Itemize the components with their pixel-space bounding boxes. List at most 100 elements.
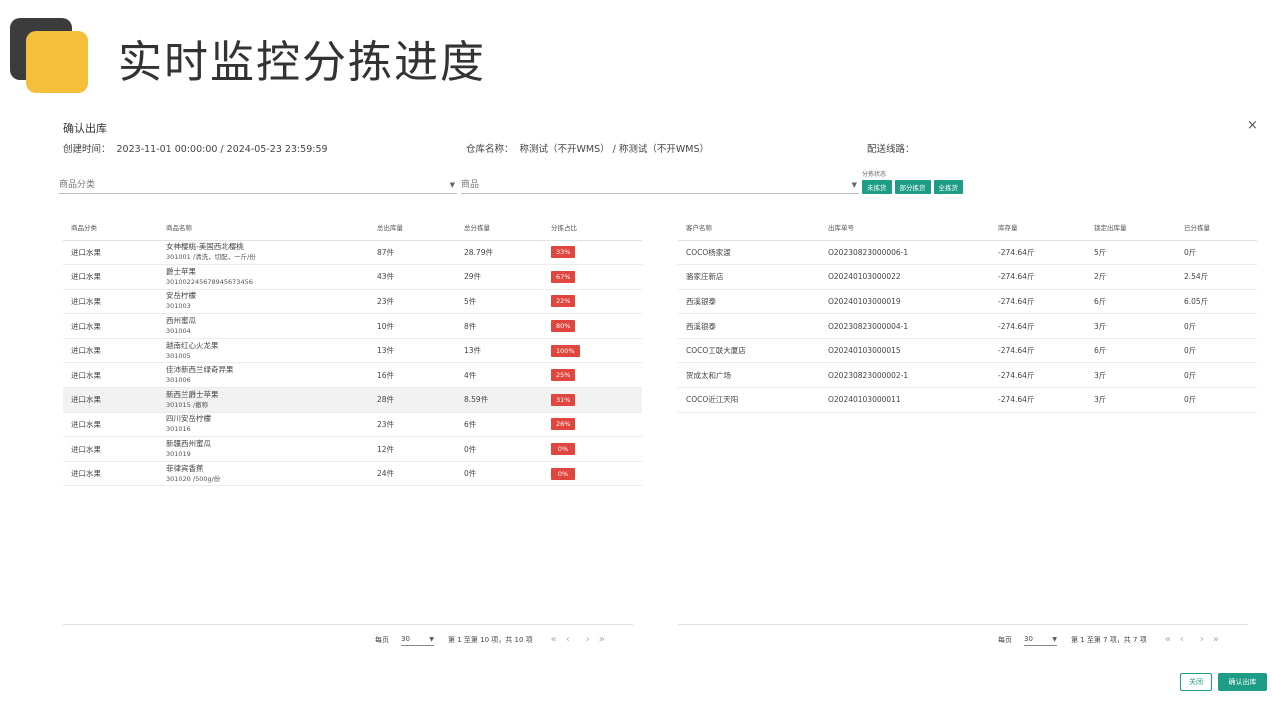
table-row[interactable]: 进口水果 安岳柠檬 301003 23件 5件 22%: [63, 289, 642, 315]
table-row[interactable]: 进口水果 新西兰爵士苹果 301015 /撤称 28件 8.59件 31%: [63, 387, 642, 413]
column-header[interactable]: 商品名称: [158, 214, 369, 241]
total-out-cell: 16件: [369, 362, 456, 389]
table-row[interactable]: 进口水果 西州蜜瓜 301004 10件 8件 80%: [63, 313, 642, 339]
table-row[interactable]: 西溪银泰 O20230823000004-1 -274.64斤 3斤 0斤: [678, 313, 1257, 339]
table-row[interactable]: COCO工联大厦店 O20240103000015 -274.64斤 6斤 0斤: [678, 338, 1257, 364]
ratio-badge: 31%: [551, 393, 576, 406]
ratio-cell: 26%: [543, 412, 642, 438]
category-cell: 进口水果: [63, 412, 158, 438]
table-row[interactable]: 进口水果 菲律宾香蕉 301020 /500g/份 24件 0件 0%: [63, 461, 642, 487]
last-page-icon[interactable]: »: [599, 634, 605, 645]
category-cell: 进口水果: [63, 436, 158, 462]
locked-cell: 3斤: [1086, 387, 1176, 413]
confirm-outbound-button[interactable]: 确认出库: [1218, 673, 1267, 691]
total-out-cell: 28件: [369, 387, 456, 413]
product-cell: 安岳柠檬 301003: [158, 289, 369, 315]
total-sorted-cell: 4件: [456, 362, 543, 389]
category-cell: 进口水果: [63, 313, 158, 339]
per-page-label: 每页: [375, 635, 389, 644]
locked-cell: 3斤: [1086, 362, 1176, 389]
column-header[interactable]: 锁定出库量: [1086, 214, 1176, 241]
locked-cell: 2斤: [1086, 264, 1176, 290]
first-page-icon[interactable]: «: [1165, 634, 1171, 645]
total-out-cell: 23件: [369, 289, 456, 315]
total-out-cell: 43件: [369, 264, 456, 290]
product-name: 西州蜜瓜: [166, 316, 196, 326]
table-row[interactable]: 进口水果 女神樱桃-美国西北樱桃 301001 /清洗，切配，一斤/份 87件 28.7…: [63, 240, 642, 266]
column-header[interactable]: 总出库量: [369, 214, 456, 241]
table-row[interactable]: 贺成太和广场 O20230823000002-1 -274.64斤 3斤 0斤: [678, 362, 1257, 389]
product-code: 301020 /500g/份: [166, 474, 221, 483]
product-code: 301004: [166, 327, 191, 336]
ratio-cell: 22%: [543, 289, 642, 315]
route-info: 配送线路：: [867, 141, 921, 155]
page-size-select[interactable]: 30 ▼: [401, 633, 434, 646]
product-code: 301003: [166, 302, 191, 311]
close-button[interactable]: 关闭: [1180, 673, 1212, 691]
sorted-cell: 6.05斤: [1176, 289, 1257, 315]
warehouse-value: 称测试（不开WMS） / 称测试（不开WMS）: [519, 144, 709, 155]
table-row[interactable]: 骆家庄新店 O20240103000022 -274.64斤 2斤 2.54斤: [678, 264, 1257, 290]
column-header[interactable]: 商品分类: [63, 214, 158, 241]
warehouse-label: 仓库名称：: [466, 144, 514, 155]
status-partial-button[interactable]: 部分拣货: [894, 180, 931, 194]
ratio-badge: 25%: [551, 369, 576, 382]
next-page-icon[interactable]: ›: [1200, 634, 1204, 645]
prev-page-icon[interactable]: ‹: [566, 634, 570, 645]
total-out-cell: 87件: [369, 240, 456, 266]
table-row[interactable]: COCO近江天阳 O20240103000011 -274.64斤 3斤 0斤: [678, 387, 1257, 413]
table-row[interactable]: 西溪银泰 O20240103000019 -274.64斤 6斤 6.05斤: [678, 289, 1257, 315]
product-select[interactable]: 商品 ▼: [461, 176, 859, 194]
column-header[interactable]: 库存量: [990, 214, 1086, 241]
status-unsorted-button[interactable]: 未拣货: [862, 180, 892, 194]
product-code: 301005: [166, 351, 191, 360]
column-header[interactable]: 出库单号: [820, 214, 990, 241]
sort-status-label: 分拣状态: [862, 171, 887, 178]
order-cell: O20230823000004-1: [820, 313, 990, 339]
category-cell: 进口水果: [63, 289, 158, 315]
product-cell: 爵士苹果 30100224567894567345​6: [158, 264, 369, 290]
category-cell: 进口水果: [63, 362, 158, 389]
create-time-info: 创建时间： 2023-11-01 00:00:00 / 2024-05-23 23…: [63, 141, 328, 155]
page-size-select[interactable]: 30 ▼: [1024, 633, 1057, 646]
last-page-icon[interactable]: »: [1213, 634, 1219, 645]
warehouse-info: 仓库名称： 称测试（不开WMS） / 称测试（不开WMS）: [466, 141, 709, 155]
category-placeholder: 商品分类: [59, 180, 96, 190]
prev-page-icon[interactable]: ‹: [1180, 634, 1184, 645]
table-row[interactable]: 进口水果 爵士苹果 30100224567894567345​6 43件 29件 67%: [63, 264, 642, 290]
product-name: 新疆西州蜜瓜: [166, 439, 211, 449]
order-cell: O20240103000022: [820, 264, 990, 290]
column-header[interactable]: 已分拣量: [1176, 214, 1257, 241]
divider: [678, 624, 1248, 625]
close-icon[interactable]: ×: [1247, 118, 1258, 133]
total-out-cell: 24件: [369, 461, 456, 487]
status-full-button[interactable]: 全拣货: [933, 180, 963, 194]
product-cell: 菲律宾香蕉 301020 /500g/份: [158, 461, 369, 487]
customer-order-table: 客户名称 出库单号 库存量 锁定出库量 已分拣量 COCO杨家渡 O2023082…: [678, 214, 1257, 413]
product-code: 301015 /撤称: [166, 400, 209, 409]
column-header[interactable]: 客户名称: [678, 214, 820, 241]
order-cell: O20240103000011: [820, 387, 990, 413]
table-row[interactable]: 进口水果 佳沛新西兰绿奇异果 301006 16件 4件 25%: [63, 362, 642, 389]
column-header[interactable]: 总分拣量: [456, 214, 543, 241]
category-select[interactable]: 商品分类 ▼: [59, 176, 457, 194]
column-header[interactable]: 分拣占比: [543, 214, 642, 241]
product-cell: 新西兰爵士苹果 301015 /撤称: [158, 387, 369, 413]
total-sorted-cell: 5件: [456, 289, 543, 315]
dialog-title: 确认出库: [63, 122, 107, 135]
category-cell: 进口水果: [63, 387, 158, 413]
customer-cell: 西溪银泰: [678, 313, 820, 339]
table-row[interactable]: 进口水果 四川安岳柠檬 301016 23件 6件 26%: [63, 412, 642, 438]
table-row[interactable]: 进口水果 新疆西州蜜瓜 301019 12件 0件 0%: [63, 436, 642, 462]
order-cell: O20230823000002-1: [820, 362, 990, 389]
product-name: 菲律宾香蕉: [166, 463, 204, 473]
first-page-icon[interactable]: «: [551, 634, 557, 645]
product-name: 四川安岳柠檬: [166, 414, 211, 424]
next-page-icon[interactable]: ›: [586, 634, 590, 645]
table-row[interactable]: COCO杨家渡 O20230823000006-1 -274.64斤 5斤 0斤: [678, 240, 1257, 266]
table-row[interactable]: 进口水果 越南红心火龙果 301005 13件 13件 100%: [63, 338, 642, 364]
total-out-cell: 23件: [369, 412, 456, 438]
product-name: 爵士苹果: [166, 266, 196, 276]
total-sorted-cell: 6件: [456, 412, 543, 438]
product-cell: 新疆西州蜜瓜 301019: [158, 436, 369, 462]
